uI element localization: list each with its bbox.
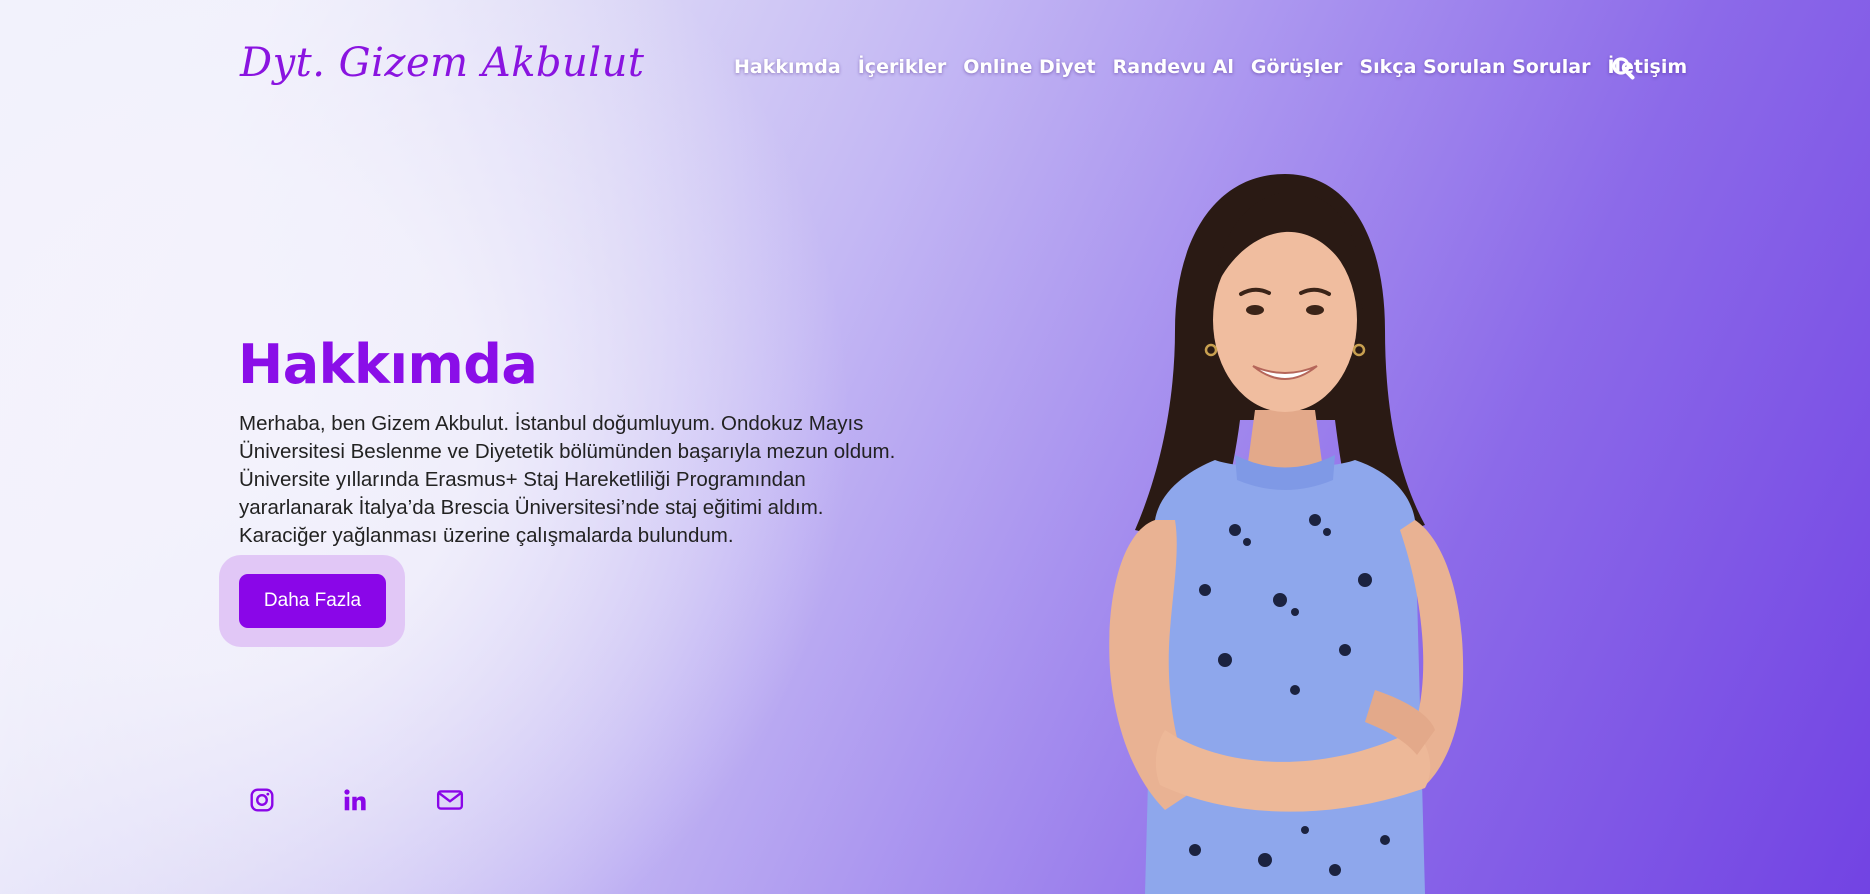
nav-item-gorusler[interactable]: Görüşler [1251, 56, 1343, 78]
nav-item-hakkimda[interactable]: Hakkımda [734, 56, 841, 78]
hero-title: Hakkımda [238, 333, 538, 396]
nav-item-icerikler[interactable]: İçerikler [858, 56, 947, 78]
search-icon[interactable] [1611, 56, 1635, 80]
nav-item-online-diyet[interactable]: Online Diyet [963, 56, 1095, 78]
linkedin-icon[interactable] [340, 785, 370, 815]
profile-photo [1109, 174, 1464, 894]
site-logo[interactable]: Dyt. Gizem Akbulut [240, 40, 644, 86]
nav-item-randevu-al[interactable]: Randevu Al [1113, 56, 1234, 78]
nav-item-sss[interactable]: Sıkça Sorulan Sorular [1359, 56, 1590, 78]
hero-description: Merhaba, ben Gizem Akbulut. İstanbul doğ… [239, 412, 896, 547]
instagram-icon[interactable] [247, 785, 277, 815]
more-button[interactable]: Daha Fazla [239, 574, 386, 628]
main-nav: Hakkımda İçerikler Online Diyet Randevu … [734, 56, 1704, 78]
mail-icon[interactable] [435, 785, 465, 815]
